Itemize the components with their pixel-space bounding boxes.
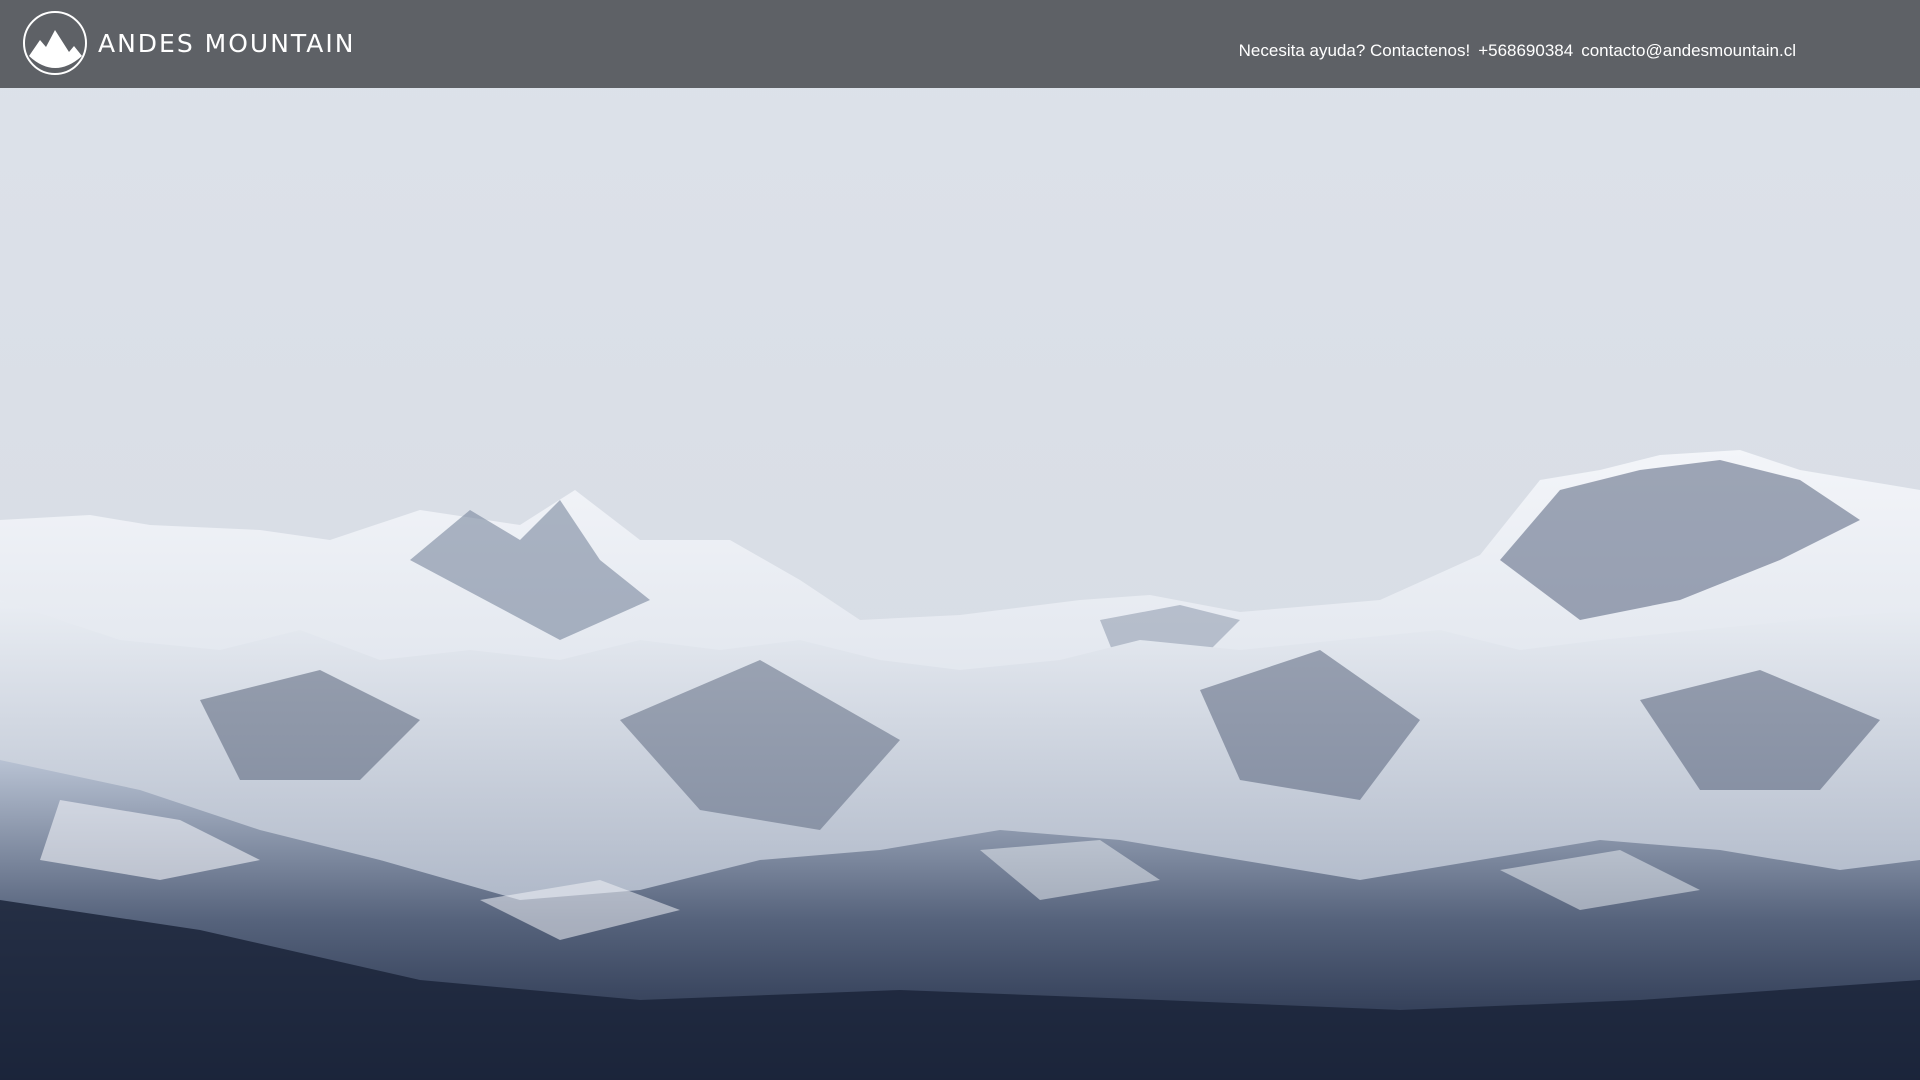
- mountain-landscape-image: [0, 0, 1920, 1080]
- brand-name: ANDES MOUNTAIN: [98, 28, 356, 58]
- contact-email-link[interactable]: contacto@andesmountain.cl: [1581, 41, 1796, 61]
- contact-info: Necesita ayuda? Contactenos! +568690384 …: [1239, 41, 1796, 61]
- site-header: ANDES MOUNTAIN Necesita ayuda? Contacten…: [0, 0, 1920, 88]
- contact-phone-link[interactable]: +568690384: [1478, 41, 1573, 61]
- hero-mountain-photo: [0, 0, 1920, 1080]
- brand-logo-link[interactable]: ANDES MOUNTAIN: [22, 10, 355, 76]
- mountain-logo-icon: [23, 11, 87, 75]
- help-text: Necesita ayuda? Contactenos!: [1238, 41, 1471, 60]
